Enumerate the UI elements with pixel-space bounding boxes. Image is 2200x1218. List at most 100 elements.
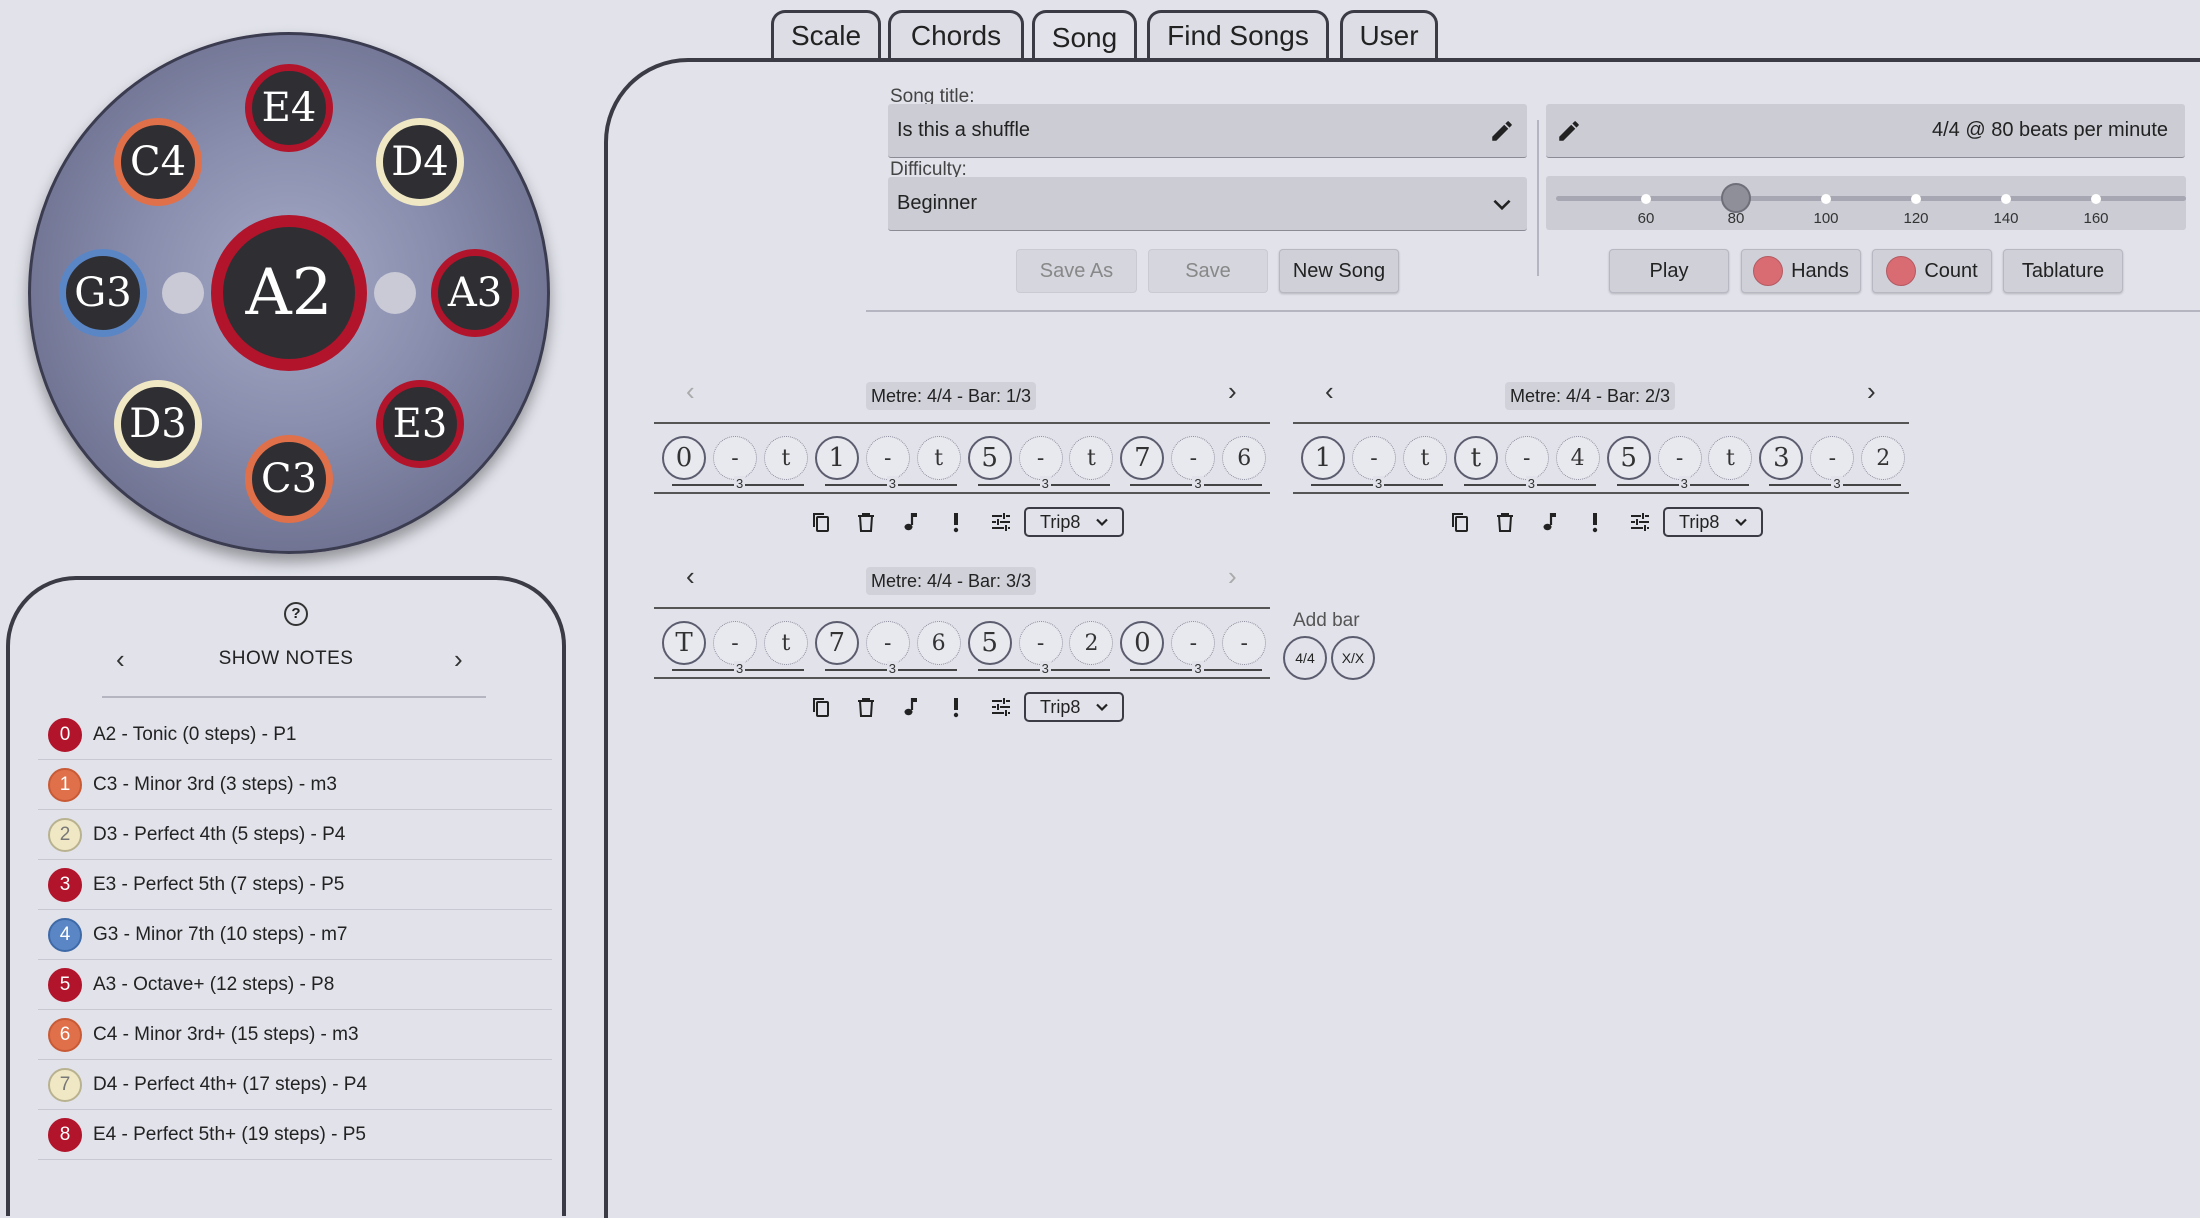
accent-icon[interactable] [1582,509,1608,535]
beat-cell[interactable]: t [763,621,808,665]
accent-icon[interactable] [943,509,969,535]
play-button[interactable]: Play [1609,249,1729,293]
beat-cell[interactable]: t [1453,436,1498,480]
difficulty-select[interactable]: Beginner [888,177,1527,231]
chevron-right-icon[interactable]: › [454,644,463,675]
slider-tick [1911,194,1921,204]
tune-icon[interactable] [988,694,1014,720]
add-bar-custom-button[interactable]: X/X [1331,636,1375,680]
beat-cell[interactable]: 2 [1069,621,1114,665]
trash-icon[interactable] [853,694,879,720]
triplet-number: 3 [1039,661,1051,676]
tab-song[interactable]: Song [1032,10,1137,62]
show-notes-label[interactable]: SHOW NOTES [10,648,562,670]
hands-button[interactable]: Hands [1741,249,1861,293]
count-button[interactable]: Count [1872,249,1992,293]
copy-icon[interactable] [1447,509,1473,535]
beat-cell[interactable]: - [712,621,757,665]
beat-cell[interactable]: - [1351,436,1396,480]
tab-chords[interactable]: Chords [888,10,1024,58]
copy-icon[interactable] [808,509,834,535]
chevron-right-icon[interactable]: › [1228,376,1237,407]
tune-icon[interactable] [1627,509,1653,535]
chevron-right-icon[interactable]: › [1228,561,1237,592]
beat-type-select[interactable]: Trip8 [1024,507,1124,537]
beat-cell[interactable]: 5 [1606,436,1651,480]
beat-type-select[interactable]: Trip8 [1663,507,1763,537]
beat-type-select[interactable]: Trip8 [1024,692,1124,722]
beat-cell[interactable]: 1 [1301,436,1345,480]
beat-cell[interactable]: t [1708,436,1753,480]
drum-dot-left [162,272,204,314]
beat-cell[interactable]: 4 [1555,436,1600,480]
drum-note-c4[interactable]: C4 [114,118,202,206]
save-as-button[interactable]: Save As [1016,249,1137,293]
beat-cell[interactable]: - [1810,436,1855,480]
beat-cell[interactable]: 5 [967,621,1012,665]
beat-cell[interactable]: 1 [814,436,859,480]
drum-note-d4[interactable]: D4 [376,118,464,206]
tune-icon[interactable] [988,509,1014,535]
pencil-icon[interactable] [1556,118,1582,150]
beat-cell[interactable]: - [712,436,757,480]
drum-note-d3[interactable]: D3 [114,380,202,468]
beat-cell[interactable]: - [1171,621,1216,665]
drum-note-e4[interactable]: E4 [245,64,333,152]
tempo-slider[interactable]: 60 80 100 120 140 160 [1546,176,2186,230]
music-note-icon[interactable] [898,509,924,535]
beat-cell[interactable]: 5 [967,436,1012,480]
trash-icon[interactable] [1492,509,1518,535]
note-badge: 3 [48,867,82,902]
help-icon[interactable]: ? [284,602,308,626]
beat-cell[interactable]: - [1657,436,1702,480]
tablature-button[interactable]: Tablature [2003,249,2123,293]
trash-icon[interactable] [853,509,879,535]
save-button[interactable]: Save [1148,249,1268,293]
music-note-icon[interactable] [898,694,924,720]
drum-note-g3[interactable]: G3 [59,249,147,337]
beat-cell[interactable]: T [662,621,706,665]
beat-cell[interactable]: - [865,621,910,665]
beat-cell[interactable]: - [1171,436,1216,480]
drum-note-c3[interactable]: C3 [245,435,333,523]
chevron-left-icon[interactable]: ‹ [686,376,695,407]
tempo-field[interactable]: 4/4 @ 80 beats per minute [1546,104,2185,158]
copy-icon[interactable] [808,694,834,720]
tab-find-songs[interactable]: Find Songs [1147,10,1329,58]
pencil-icon[interactable] [1489,118,1515,150]
beat-cell[interactable]: - [1018,621,1063,665]
triplet-number: 3 [1373,476,1385,491]
new-song-button[interactable]: New Song [1279,249,1399,293]
beat-cell[interactable]: 2 [1861,436,1906,480]
beat-cell[interactable]: 6 [1222,436,1267,480]
tab-scale[interactable]: Scale [771,10,881,58]
beat-cell[interactable]: 7 [814,621,859,665]
beat-cell[interactable]: - [1222,621,1267,665]
slider-tick [1821,194,1831,204]
beat-cell[interactable]: t [916,436,961,480]
beat-cell[interactable]: 3 [1759,436,1804,480]
beat-cell[interactable]: 7 [1120,436,1165,480]
song-title-field[interactable]: Is this a shuffle [888,104,1527,158]
beat-cell[interactable]: - [1018,436,1063,480]
beat-cell[interactable]: 6 [916,621,961,665]
chevron-right-icon[interactable]: › [1867,376,1876,407]
beat-cell[interactable]: t [1402,436,1447,480]
drum-note-a3[interactable]: A3 [431,249,519,337]
drum-note-e3[interactable]: E3 [376,380,464,468]
chevron-left-icon[interactable]: ‹ [686,561,695,592]
add-bar-4-4-button[interactable]: 4/4 [1283,636,1327,680]
music-note-icon[interactable] [1537,509,1563,535]
beat-cell[interactable]: - [1504,436,1549,480]
beat-cell[interactable]: - [865,436,910,480]
slider-thumb[interactable] [1721,183,1751,213]
beat-cell[interactable]: 0 [1120,621,1165,665]
add-bar-label: Add bar [1293,610,1360,631]
beat-cell[interactable]: t [763,436,808,480]
chevron-left-icon[interactable]: ‹ [1325,376,1334,407]
accent-icon[interactable] [943,694,969,720]
beat-cell[interactable]: 0 [662,436,706,480]
drum-note-center[interactable]: A2 [211,215,367,371]
tab-user[interactable]: User [1340,10,1438,58]
beat-cell[interactable]: t [1069,436,1114,480]
